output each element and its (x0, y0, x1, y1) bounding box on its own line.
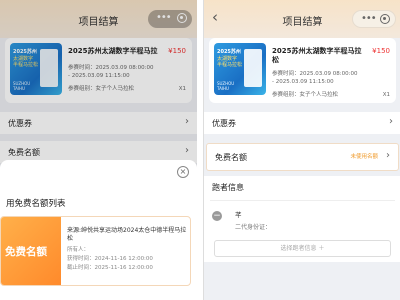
event-time-end: - 2025.03.09 11:15:00 (272, 79, 334, 85)
event-title-line2: 松 (272, 56, 279, 64)
quota-source: 来源:绅悦共享运动场2024太仓中德半程马拉松 (67, 227, 187, 242)
thumb-text-2: 太湖数字 半程马拉松 (217, 56, 243, 68)
select-runner-button[interactable]: 选择跑者信息 ＋ (214, 240, 391, 257)
thumb-text-1: 2025苏州 (217, 49, 241, 55)
thumb-graphic (244, 49, 262, 87)
quota-badge-label: 免费名额 (5, 246, 47, 258)
checkout-screen-left: 项目结算 ••• 2025苏州 太湖数字 半程马拉松 SUZHOU TAIHU … (0, 0, 197, 300)
price: ¥150 (372, 47, 390, 55)
event-group: 参赛组别：女子个人马拉松 (272, 92, 339, 98)
order-card: 2025苏州 太湖数字 半程马拉松 SUZHOU TAIHU 2025苏州太湖数… (209, 38, 396, 103)
quota-badge: 免费名额 (1, 217, 61, 285)
quantity: X1 (382, 92, 390, 98)
event-time-start: 参赛时间：2025.03.09 08:00:00 (272, 71, 358, 77)
divider (210, 200, 395, 201)
chevron-right-icon: › (389, 116, 393, 127)
thumb-text-3: SUZHOU TAIHU (217, 81, 235, 91)
free-quota-sheet: × 用免费名额列表 免费名额 来源:绅悦共享运动场2024太仓中德半程马拉松 所… (0, 160, 197, 300)
miniprogram-capsule[interactable]: ••• (352, 10, 396, 28)
minus-circle-icon[interactable]: − (212, 211, 222, 221)
checkout-screen-right: ‹ 项目结算 ••• 2025苏州 太湖数字 半程马拉松 SUZHOU TAIH… (203, 0, 400, 300)
runner-name: 芊 (235, 211, 242, 219)
sheet-title: 用免费名额列表 (6, 199, 66, 209)
close-icon[interactable]: × (177, 166, 189, 178)
free-quota-label: 免费名额 (215, 153, 247, 162)
free-quota-hint: 未使用名额 (350, 154, 378, 160)
target-icon[interactable] (380, 14, 390, 24)
event-thumbnail: 2025苏州 太湖数字 半程马拉松 SUZHOU TAIHU (214, 43, 266, 95)
chevron-right-icon: › (386, 150, 390, 161)
free-quota-row[interactable]: 免费名额 未使用名额 › (206, 143, 399, 171)
quota-owner: 所有人： (67, 247, 90, 253)
more-dots-icon[interactable]: ••• (361, 13, 377, 25)
quota-expire-time: 截止时间：2025-11-16 12:00:00 (67, 265, 153, 271)
free-quota-card[interactable]: 免费名额 来源:绅悦共享运动场2024太仓中德半程马拉松 所有人： 获得时间：2… (0, 216, 191, 286)
runner-id-type: 二代身份证： (235, 224, 272, 231)
header-bar: ‹ 项目结算 ••• (204, 0, 400, 38)
runner-info-title: 跑者信息 (212, 183, 244, 192)
event-title: 2025苏州太湖数字半程马拉 松 (272, 47, 361, 65)
coupon-label: 优惠券 (212, 119, 236, 128)
quota-get-time: 获得时间：2024-11-16 12:00:00 (67, 256, 153, 262)
coupon-row[interactable]: 优惠券 › (204, 112, 400, 134)
event-title-line1: 2025苏州太湖数字半程马拉 (272, 47, 362, 55)
